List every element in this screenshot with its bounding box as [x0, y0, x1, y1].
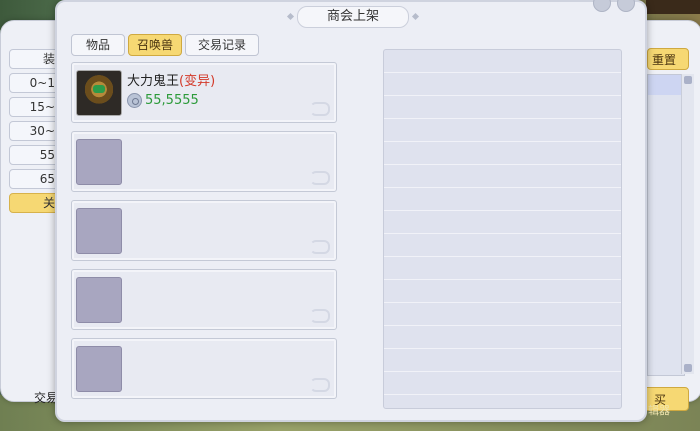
cloud-decoration-icon — [310, 309, 330, 323]
inventory-row[interactable] — [384, 119, 621, 142]
help-icon[interactable] — [593, 0, 611, 12]
inventory-row[interactable] — [384, 211, 621, 234]
inventory-row[interactable] — [384, 188, 621, 211]
dialog-title: 商会上架 — [297, 6, 409, 28]
inventory-row[interactable] — [384, 234, 621, 257]
inventory-row[interactable] — [384, 73, 621, 96]
pet-name-text: 大力鬼王 — [127, 74, 180, 89]
cloud-decoration-icon — [310, 378, 330, 392]
cloud-decoration-icon — [310, 240, 330, 254]
back-filter-item[interactable]: 装 — [9, 49, 59, 69]
price-row: 55,5555 — [127, 93, 199, 108]
inventory-row[interactable] — [384, 165, 621, 188]
back-filter-item[interactable]: 55 — [9, 145, 59, 165]
corner-label: 辑器 — [648, 404, 670, 417]
empty-slot-icon — [76, 139, 122, 185]
cloud-decoration-icon — [310, 102, 330, 116]
back-filter-item[interactable]: 30~ — [9, 121, 59, 141]
back-filter-item[interactable]: 15~ — [9, 97, 59, 117]
inventory-row[interactable] — [384, 372, 621, 395]
inventory-row[interactable] — [384, 142, 621, 165]
tab-trade-records[interactable]: 交易记录 — [185, 34, 259, 56]
inventory-row[interactable] — [384, 280, 621, 303]
back-scrollbar[interactable] — [681, 74, 694, 374]
scroll-up-icon[interactable] — [684, 76, 692, 84]
listing-slot[interactable]: 大力鬼王(变异) 55,5555 — [71, 62, 337, 123]
listing-slots: 大力鬼王(变异) 55,5555 — [71, 62, 337, 407]
back-result-list — [647, 74, 685, 376]
inventory-row[interactable] — [384, 303, 621, 326]
pet-name: 大力鬼王(变异) — [127, 70, 215, 89]
inventory-row[interactable] — [384, 257, 621, 280]
reset-button[interactable]: 重置 — [647, 48, 689, 70]
empty-slot-icon — [76, 346, 122, 392]
back-filter-item[interactable]: 65 — [9, 169, 59, 189]
pet-portrait — [76, 70, 122, 116]
inventory-row[interactable] — [384, 50, 621, 73]
tab-items[interactable]: 物品 — [71, 34, 125, 56]
empty-slot-icon — [76, 277, 122, 323]
inventory-row[interactable] — [384, 349, 621, 372]
cloud-decoration-icon — [310, 171, 330, 185]
listing-slot[interactable] — [71, 269, 337, 330]
listing-slot[interactable] — [71, 338, 337, 399]
close-icon[interactable] — [617, 0, 635, 12]
price-value: 55,5555 — [145, 93, 199, 108]
empty-slot-icon — [76, 208, 122, 254]
listing-slot[interactable] — [71, 200, 337, 261]
shop-listing-dialog: 商会上架 物品 召唤兽 交易记录 大力鬼王(变异) 55,5555 — [55, 0, 647, 422]
back-filter-list: 装 0~1 15~ 30~ 55 65 关 — [9, 49, 59, 217]
inventory-row[interactable] — [384, 326, 621, 349]
window-controls — [593, 0, 635, 12]
inventory-list[interactable] — [383, 49, 622, 409]
corner-decoration — [646, 0, 700, 14]
back-filter-item[interactable]: 0~1 — [9, 73, 59, 93]
listing-slot[interactable] — [71, 131, 337, 192]
coin-icon — [127, 93, 142, 108]
scroll-down-icon[interactable] — [684, 364, 692, 372]
tab-bar: 物品 召唤兽 交易记录 — [71, 34, 259, 56]
tab-summoned-beasts[interactable]: 召唤兽 — [128, 34, 182, 56]
back-filter-item[interactable]: 关 — [9, 193, 59, 213]
mutation-tag: (变异) — [179, 74, 216, 89]
inventory-row[interactable] — [384, 96, 621, 119]
